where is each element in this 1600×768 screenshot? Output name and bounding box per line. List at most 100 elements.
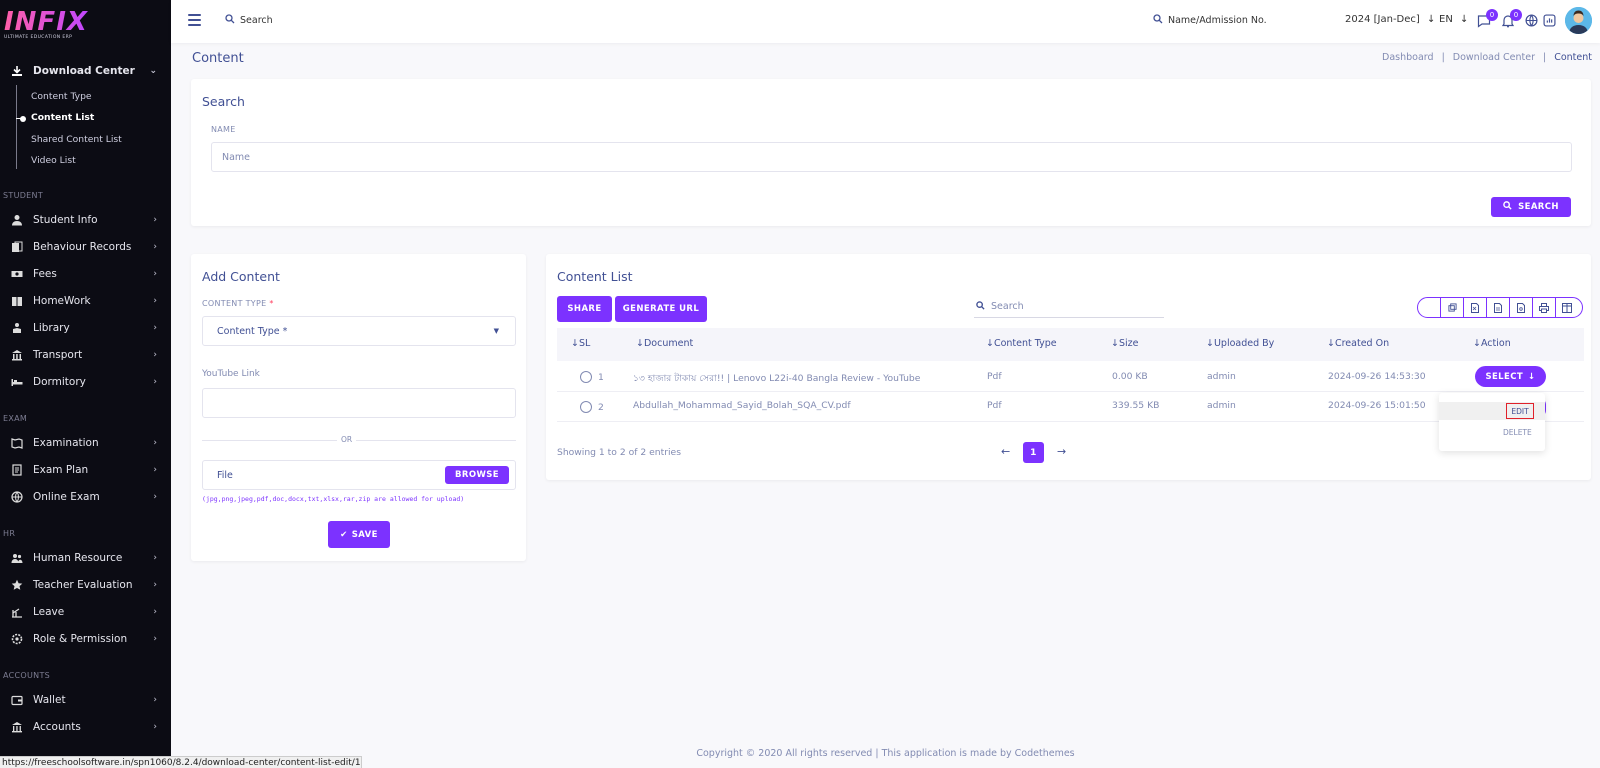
globe-icon[interactable] — [1525, 14, 1539, 28]
column-header-label: Created On — [1334, 338, 1390, 349]
sidebar-item-student-info[interactable]: Student Info › — [0, 208, 171, 232]
sidebar-subitem-content-list[interactable]: Content List — [31, 112, 94, 123]
copy-icon[interactable] — [1440, 298, 1463, 317]
sidebar-item-fees[interactable]: Fees › — [0, 262, 171, 286]
plan-icon — [10, 464, 23, 477]
admission-search-input[interactable]: Name/Admission No. — [1153, 14, 1267, 27]
save-button[interactable]: ✔ SAVE — [328, 521, 390, 548]
chevron-right-icon: › — [153, 377, 157, 387]
sidebar-subitem-shared-content-list[interactable]: Shared Content List — [31, 134, 122, 145]
top-search-placeholder: Search — [240, 15, 273, 26]
admission-placeholder: Name/Admission No. — [1168, 15, 1267, 26]
logo-text: INFIX — [4, 9, 171, 35]
row-select-radio[interactable] — [580, 401, 592, 413]
search-icon — [1503, 201, 1512, 213]
sidebar-item-accounts[interactable]: Accounts › — [0, 715, 171, 739]
chevron-right-icon: › — [153, 634, 157, 644]
browse-button[interactable]: BROWSE — [445, 466, 509, 484]
table-search-input[interactable]: Search — [974, 296, 1164, 318]
add-content-card: Add Content CONTENT TYPE * Content Type … — [191, 254, 526, 561]
breadcrumb-download-center[interactable]: Download Center — [1453, 52, 1535, 63]
logo[interactable]: INFIX ULTIMATE EDUCATION ERP — [0, 0, 171, 40]
share-button[interactable]: SHARE — [557, 296, 612, 322]
content-list-title: Content List — [557, 269, 633, 284]
sidebar-item-teacher-evaluation[interactable]: Teacher Evaluation › — [0, 573, 171, 597]
language-select[interactable]: EN ↓ — [1439, 14, 1468, 25]
report-icon[interactable] — [1543, 14, 1557, 28]
page-1-button[interactable]: 1 — [1023, 442, 1044, 463]
generate-url-button[interactable]: GENERATE URL — [615, 296, 707, 322]
search-button[interactable]: SEARCH — [1491, 197, 1571, 217]
dropdown-delete-item[interactable]: DELETE — [1503, 428, 1532, 437]
row-divider — [557, 421, 1584, 422]
dropdown-edit-item[interactable]: EDIT — [1506, 403, 1534, 419]
youtube-link-input[interactable] — [202, 388, 516, 418]
sidebar-item-library[interactable]: Library › — [0, 316, 171, 340]
column-header-action[interactable]: ↓Action — [1473, 338, 1511, 349]
column-header-label: Action — [1480, 338, 1511, 349]
hamburger-menu-icon[interactable] — [188, 14, 201, 26]
next-page-icon[interactable]: → — [1057, 445, 1066, 458]
check-icon: ✔ — [340, 529, 348, 540]
content-type-select[interactable]: Content Type * ▼ — [202, 316, 516, 346]
sidebar-item-transport[interactable]: Transport › — [0, 343, 171, 367]
academic-year-select[interactable]: 2024 [Jan-Dec] ↓ — [1345, 14, 1435, 25]
column-header-uploaded-by[interactable]: ↓Uploaded By — [1206, 338, 1274, 349]
chevron-right-icon: › — [153, 242, 157, 252]
chevron-right-icon: › — [153, 553, 157, 563]
sidebar-subitem-video-list[interactable]: Video List — [31, 155, 76, 166]
column-header-sl[interactable]: ↓SL — [571, 338, 590, 349]
sidebar-item-exam-plan[interactable]: Exam Plan › — [0, 458, 171, 482]
sidebar-item-role-permission[interactable]: Role & Permission › — [0, 627, 171, 651]
sidebar-item-dormitory[interactable]: Dormitory › — [0, 370, 171, 394]
sidebar-item-label: Human Resource — [33, 552, 123, 564]
topbar: Search Name/Admission No. 2024 [Jan-Dec]… — [171, 0, 1600, 43]
wallet-icon — [10, 694, 23, 707]
sidebar-subitem-content-type[interactable]: Content Type — [31, 91, 92, 102]
sidebar-item-label: Dormitory — [33, 376, 86, 388]
column-header-size[interactable]: ↓Size — [1111, 338, 1138, 349]
sidebar-item-examination[interactable]: Examination › — [0, 431, 171, 455]
sidebar-item-label: Teacher Evaluation — [33, 579, 133, 591]
row-select-radio[interactable] — [580, 371, 592, 383]
row-document: Abdullah_Mohammad_Sayid_Bolah_SQA_CV.pdf — [633, 400, 851, 411]
column-header-created-on[interactable]: ↓Created On — [1327, 338, 1389, 349]
chevron-right-icon: › — [153, 296, 157, 306]
column-header-content-type[interactable]: ↓Content Type — [986, 338, 1057, 349]
chevron-right-icon: › — [153, 695, 157, 705]
sidebar-item-download-center[interactable]: Download Center ⌄ — [0, 59, 171, 83]
sort-arrow-icon: ↓ — [571, 338, 579, 349]
or-text: OR — [337, 435, 357, 444]
previous-page-icon[interactable]: ← — [1001, 445, 1010, 458]
sidebar-item-leave[interactable]: Leave › — [0, 600, 171, 624]
chevron-right-icon: › — [153, 215, 157, 225]
chevron-right-icon: › — [153, 323, 157, 333]
search-card-title: Search — [202, 94, 245, 109]
sidebar-item-human-resource[interactable]: Human Resource › — [0, 546, 171, 570]
or-divider — [202, 440, 516, 441]
sidebar-item-online-exam[interactable]: Online Exam › — [0, 485, 171, 509]
notifications-icon[interactable]: 0 — [1501, 9, 1522, 28]
sort-arrow-icon: ↓ — [1473, 338, 1481, 349]
user-avatar[interactable] — [1565, 7, 1592, 34]
sidebar-item-label: Examination — [33, 437, 99, 449]
sidebar-item-homework[interactable]: HomeWork › — [0, 289, 171, 313]
top-search-input[interactable]: Search — [225, 14, 273, 27]
name-input[interactable]: Name — [211, 142, 1572, 172]
column-header-label: SL — [578, 338, 591, 349]
column-header-document[interactable]: ↓Document — [636, 338, 693, 349]
sidebar-item-label: Behaviour Records — [33, 241, 132, 253]
select-action-button[interactable]: SELECT ↓ — [1475, 366, 1546, 387]
csv-icon[interactable] — [1486, 298, 1509, 317]
sidebar-item-behaviour-records[interactable]: Behaviour Records › — [0, 235, 171, 259]
columns-icon[interactable] — [1555, 298, 1578, 317]
people-icon — [10, 552, 23, 565]
pdf-icon[interactable] — [1509, 298, 1532, 317]
book-icon — [10, 295, 23, 308]
breadcrumb-dashboard[interactable]: Dashboard — [1382, 52, 1434, 63]
search-icon — [976, 300, 985, 313]
sidebar-item-wallet[interactable]: Wallet › — [0, 688, 171, 712]
messages-icon[interactable]: 0 — [1477, 9, 1498, 28]
print-icon[interactable] — [1532, 298, 1555, 317]
excel-icon[interactable] — [1463, 298, 1486, 317]
